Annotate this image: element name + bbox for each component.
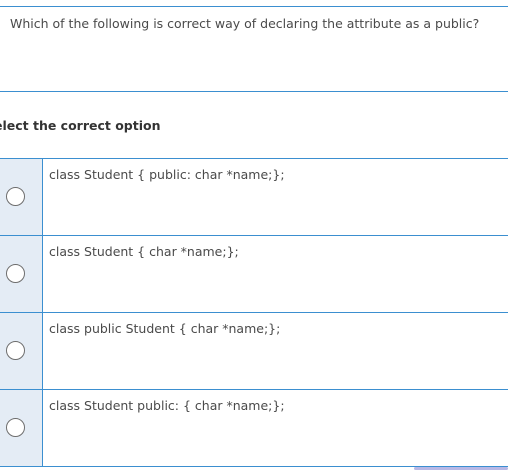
radio-button-icon[interactable]	[6, 418, 25, 437]
options-list: class Student { public: char *name;}; cl…	[0, 158, 508, 467]
quiz-page: Which of the following is correct way of…	[0, 0, 508, 470]
option-label[interactable]: class Student public: { char *name;};	[43, 390, 285, 466]
option-label[interactable]: class Student { public: char *name;};	[43, 159, 285, 235]
option-label[interactable]: class Student { char *name;};	[43, 236, 239, 312]
option-row-2[interactable]: class Student { char *name;};	[0, 236, 508, 313]
radio-cell[interactable]	[0, 313, 43, 389]
option-row-3[interactable]: class public Student { char *name;};	[0, 313, 508, 390]
select-option-heading: elect the correct option	[0, 118, 161, 133]
radio-button-icon[interactable]	[6, 264, 25, 283]
radio-cell[interactable]	[0, 236, 43, 312]
radio-cell[interactable]	[0, 390, 43, 466]
option-label[interactable]: class public Student { char *name;};	[43, 313, 280, 389]
question-box: Which of the following is correct way of…	[0, 6, 508, 92]
radio-button-icon[interactable]	[6, 341, 25, 360]
option-row-4[interactable]: class Student public: { char *name;};	[0, 390, 508, 467]
question-text: Which of the following is correct way of…	[10, 16, 480, 31]
radio-cell[interactable]	[0, 159, 43, 235]
option-row-1[interactable]: class Student { public: char *name;};	[0, 159, 508, 236]
radio-button-icon[interactable]	[6, 187, 25, 206]
